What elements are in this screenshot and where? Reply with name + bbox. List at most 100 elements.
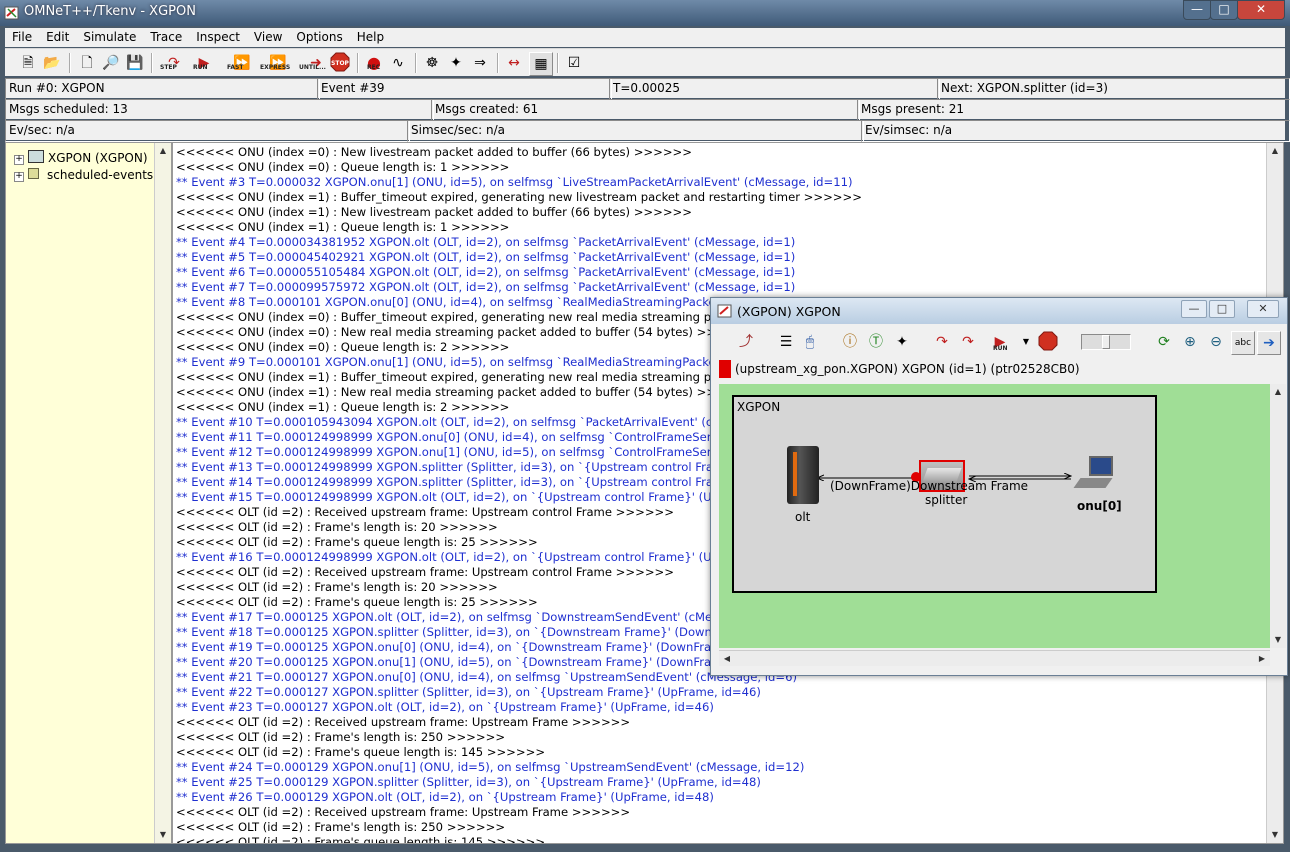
info-icon[interactable]: ⓘ: [839, 331, 861, 353]
toolbar-separator: [69, 53, 71, 73]
network-canvas[interactable]: XGPON olt (DownFrame)Downstream Frame sp…: [719, 384, 1270, 648]
message-label: (DownFrame)Downstream Frame: [830, 479, 1029, 493]
menu-view[interactable]: View: [247, 28, 289, 44]
log-event-line: ** Event #4 T=0.000034381952 XGPON.olt (…: [176, 235, 796, 249]
tree-item-label: XGPON (XGPON): [48, 151, 148, 165]
tree-toggle-icon[interactable]: ▦: [529, 52, 553, 76]
step-label: STEP: [160, 64, 177, 71]
toolbar-separator: [557, 53, 559, 73]
queue-icon: [28, 168, 39, 179]
inspector-titlebar[interactable]: (XGPON) XGPON — □ ✕: [711, 298, 1287, 324]
scroll-right-icon[interactable]: ▶: [1254, 651, 1270, 667]
stop-button[interactable]: STOP: [329, 52, 351, 74]
stop-icon: [1038, 331, 1058, 351]
log-event-line: ** Event #23 T=0.000127 XGPON.olt (OLT, …: [176, 700, 714, 714]
open-file-icon[interactable]: 📂: [41, 52, 63, 74]
ev-per-sec: Ev/sec: n/a: [5, 120, 410, 142]
module-inspector-window[interactable]: (XGPON) XGPON — □ ✕ ⤴ ☰ 🖱 ⓘ Ⓣ ✦ ↷ ↷ ▶ RU…: [710, 297, 1288, 676]
network-icon[interactable]: ☸: [421, 52, 443, 74]
module-icon: [28, 150, 44, 163]
app-icon: [717, 304, 732, 318]
color-marker: [719, 360, 731, 378]
arrow-toggle-icon[interactable]: ➔: [1257, 331, 1281, 355]
inspector-title: (XGPON) XGPON: [737, 304, 841, 319]
run-until-icon[interactable]: ↷: [957, 331, 979, 353]
inspector-maximize-button[interactable]: □: [1209, 300, 1235, 318]
menu-edit[interactable]: Edit: [39, 28, 76, 44]
msgs-scheduled: Msgs scheduled: 13: [5, 99, 434, 121]
expand-icon[interactable]: +: [14, 155, 24, 165]
canvas-vscrollbar[interactable]: ▲ ▼: [1270, 384, 1286, 648]
log-output-line: <<<<<< OLT (id =2) : Frame's queue lengt…: [176, 745, 546, 759]
olt-led: [793, 452, 797, 496]
filter-icon[interactable]: ⇒: [469, 52, 491, 74]
onu-label: onu[0]: [1077, 499, 1122, 513]
olt-server-icon[interactable]: [787, 446, 819, 504]
inspector-close-button[interactable]: ✕: [1247, 300, 1279, 318]
menu-simulate[interactable]: Simulate: [76, 28, 143, 44]
minimize-button[interactable]: —: [1183, 0, 1211, 20]
log-output-line: <<<<<< OLT (id =2) : Received upstream f…: [176, 805, 631, 819]
refresh-icon[interactable]: ⟳: [1153, 331, 1175, 353]
zoom-out-icon[interactable]: ⊖: [1205, 331, 1227, 353]
object-tree[interactable]: + XGPON (XGPON) + scheduled-events ▲ ▼: [5, 142, 172, 844]
stop-button[interactable]: [1037, 331, 1059, 353]
log-output-line: <<<<<< ONU (index =1) : Queue length is:…: [176, 220, 510, 234]
list-icon[interactable]: ☰: [775, 331, 797, 353]
menu-trace[interactable]: Trace: [143, 28, 189, 44]
scroll-down-icon[interactable]: ▼: [1270, 632, 1286, 648]
onu-laptop-icon[interactable]: [1073, 456, 1115, 492]
zoom-in-icon[interactable]: ⊕: [1179, 331, 1201, 353]
close-button[interactable]: ✕: [1237, 0, 1285, 20]
scroll-left-icon[interactable]: ◀: [719, 651, 735, 667]
step-icon[interactable]: ↷: [931, 331, 953, 353]
tree-scrollbar[interactable]: ▲ ▼: [154, 143, 171, 843]
scroll-up-icon[interactable]: ▲: [1270, 384, 1286, 400]
find-msgs-icon[interactable]: ✦: [891, 331, 913, 353]
next-status: Next: XGPON.splitter (id=3): [937, 78, 1290, 100]
log-event-line: ** Event #25 T=0.000129 XGPON.splitter (…: [176, 775, 761, 789]
rec-label: REC: [367, 64, 381, 71]
screen-icon[interactable]: 🖱: [799, 331, 821, 353]
network-info-icon[interactable]: Ⓣ: [865, 331, 887, 353]
main-titlebar[interactable]: OMNeT++/Tkenv - XGPON — □ ✕: [0, 0, 1290, 26]
scroll-up-icon[interactable]: ▲: [155, 143, 171, 159]
slider-handle[interactable]: [1102, 335, 1110, 349]
speed-slider[interactable]: [1081, 334, 1131, 350]
labels-toggle[interactable]: abc: [1231, 331, 1255, 355]
animation-icon[interactable]: ∿: [387, 52, 409, 74]
canvas-hscrollbar[interactable]: ◀ ▶: [719, 650, 1270, 666]
inspector-path-bar: (upstream_xg_pon.XGPON) XGPON (id=1) (pt…: [717, 358, 1283, 380]
log-event-line: ** Event #6 T=0.000055105484 XGPON.olt (…: [176, 265, 796, 279]
window-title: OMNeT++/Tkenv - XGPON: [24, 4, 196, 19]
options-icon[interactable]: ☑: [563, 52, 585, 74]
timeline-icon[interactable]: ↔: [503, 52, 525, 74]
scroll-up-icon[interactable]: ▲: [1267, 143, 1283, 159]
expand-icon[interactable]: +: [14, 172, 24, 182]
tree-item-scheduled-events[interactable]: + scheduled-events: [14, 168, 153, 182]
new-network-icon[interactable]: 🗎: [17, 52, 39, 74]
log-event-line: ** Event #3 T=0.000032 XGPON.onu[1] (ONU…: [176, 175, 853, 189]
olt-label: olt: [795, 510, 811, 524]
tree-item-xgpon[interactable]: + XGPON (XGPON): [14, 150, 148, 165]
scroll-down-icon[interactable]: ▼: [155, 827, 171, 843]
find-icon[interactable]: 🔎: [100, 52, 122, 74]
maximize-button[interactable]: □: [1210, 0, 1238, 20]
dropdown-arrow-icon[interactable]: ▼: [1015, 331, 1037, 353]
menu-file[interactable]: File: [5, 28, 39, 44]
tree-item-label: scheduled-events: [47, 168, 154, 182]
menu-options[interactable]: Options: [289, 28, 349, 44]
inspector-minimize-button[interactable]: —: [1181, 300, 1207, 318]
menu-inspect[interactable]: Inspect: [189, 28, 247, 44]
laptop-base: [1073, 478, 1113, 488]
save-icon[interactable]: 💾: [124, 52, 146, 74]
stop-icon: STOP: [330, 52, 350, 72]
labels-toggle-label: abc: [1234, 338, 1252, 348]
status-row-2: Msgs scheduled: 13 Msgs created: 61 Msgs…: [5, 99, 1290, 121]
menu-help[interactable]: Help: [350, 28, 391, 44]
inspect-object-icon[interactable]: ✦: [445, 52, 467, 74]
parent-icon[interactable]: ⤴: [735, 331, 757, 353]
scroll-down-icon[interactable]: ▼: [1267, 827, 1283, 843]
msgs-present: Msgs present: 21: [857, 99, 1290, 121]
copy-icon[interactable]: 🗋: [76, 52, 98, 74]
